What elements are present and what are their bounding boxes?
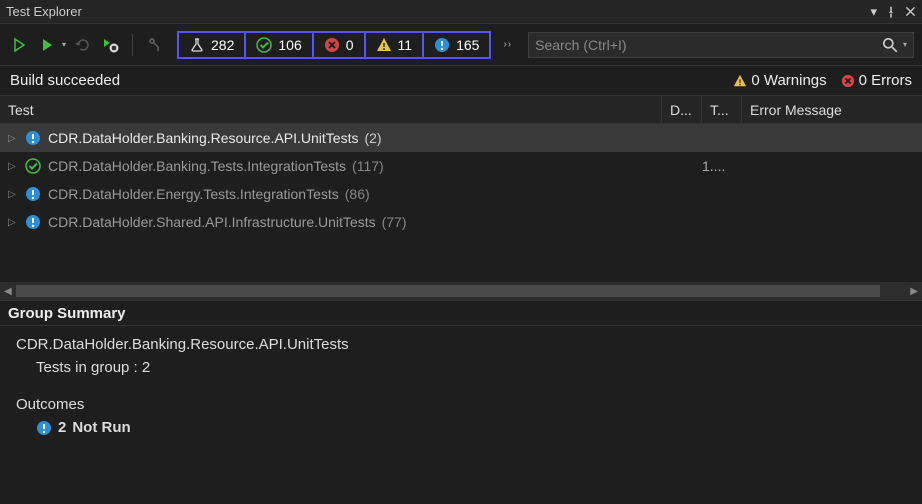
build-status-bar: Build succeeded 0 Warnings 0 Errors (0, 66, 922, 96)
scroll-left-icon[interactable]: ◀ (4, 286, 12, 297)
outcome-count: 2 (58, 419, 66, 436)
summary-outcomes-label: Outcomes (16, 396, 906, 413)
checkmark-circle-icon (24, 158, 42, 174)
summary-body: CDR.DataHolder.Banking.Resource.API.Unit… (0, 326, 922, 446)
horizontal-scrollbar[interactable]: ◀ ▶ (0, 282, 922, 300)
warning-count: 11 (398, 37, 413, 53)
titlebar: Test Explorer ▾ (0, 0, 922, 24)
pill-warning[interactable]: 11 (366, 33, 425, 57)
toolbar: ▾ 282 106 0 (0, 24, 922, 66)
passed-count: 106 (278, 37, 301, 53)
build-errors[interactable]: 0 Errors (841, 72, 912, 89)
tree-item-name: CDR.DataHolder.Energy.Tests.IntegrationT… (48, 186, 339, 202)
filter-button[interactable] (143, 34, 165, 56)
build-warnings-text: 0 Warnings (751, 72, 826, 89)
failed-count: 0 (346, 37, 354, 53)
column-test[interactable]: Test (0, 96, 662, 123)
summary-pills: 282 106 0 11 165 (177, 31, 491, 59)
playlist-button[interactable] (100, 34, 122, 56)
search-dropdown-icon[interactable]: ▾ (903, 40, 907, 49)
pill-notrun[interactable]: 165 (424, 33, 489, 57)
separator (132, 34, 133, 56)
run-button[interactable] (36, 34, 58, 56)
info-circle-icon (24, 214, 42, 230)
tree-item-count: (86) (345, 186, 370, 202)
run-dropdown-icon[interactable]: ▾ (62, 40, 66, 49)
search-box[interactable]: ▾ (528, 32, 914, 58)
cell-traits: 1.... (702, 158, 742, 174)
tree-row[interactable]: ▷ CDR.DataHolder.Energy.Tests.Integration… (0, 180, 922, 208)
flask-icon (189, 37, 205, 53)
tree-row[interactable]: ▷ CDR.DataHolder.Shared.API.Infrastructur… (0, 208, 922, 236)
info-circle-icon (24, 186, 42, 202)
expander-icon[interactable]: ▷ (8, 133, 20, 144)
column-duration[interactable]: D... (662, 96, 702, 123)
summary-group-name: CDR.DataHolder.Banking.Resource.API.Unit… (16, 336, 906, 353)
notrun-count: 165 (456, 37, 479, 53)
search-input[interactable] (535, 37, 881, 53)
info-circle-icon (434, 37, 450, 53)
column-header-row: Test D... T... Error Message (0, 96, 922, 124)
tree-item-name: CDR.DataHolder.Banking.Resource.API.Unit… (48, 130, 358, 146)
build-warnings[interactable]: 0 Warnings (733, 72, 826, 89)
build-errors-text: 0 Errors (859, 72, 912, 89)
scroll-thumb[interactable] (16, 285, 880, 297)
column-error[interactable]: Error Message (742, 96, 922, 123)
close-icon[interactable] (905, 6, 916, 17)
pill-passed[interactable]: 106 (246, 33, 313, 57)
expander-icon[interactable]: ▷ (8, 217, 20, 228)
outcome-text: Not Run (72, 419, 130, 436)
window-controls: ▾ (870, 4, 916, 20)
info-circle-icon (36, 420, 52, 436)
tree-item-name: CDR.DataHolder.Shared.API.Infrastructure… (48, 214, 376, 230)
window-menu-icon[interactable]: ▾ (870, 4, 877, 20)
summary-header: Group Summary (0, 300, 922, 326)
scroll-right-icon[interactable]: ▶ (910, 286, 918, 297)
test-tree: ▷ CDR.DataHolder.Banking.Resource.API.Uni… (0, 124, 922, 282)
scroll-track[interactable] (16, 285, 907, 297)
checkmark-circle-icon (256, 37, 272, 53)
tree-row[interactable]: ▷ CDR.DataHolder.Banking.Tests.Integratio… (0, 152, 922, 180)
expander-icon[interactable]: ▷ (8, 161, 20, 172)
pill-total[interactable]: 282 (179, 33, 246, 57)
pill-failed[interactable]: 0 (314, 33, 366, 57)
build-status: Build succeeded (10, 72, 733, 89)
tree-item-name: CDR.DataHolder.Banking.Tests.Integration… (48, 158, 346, 174)
summary-outcome-notrun[interactable]: 2 Not Run (16, 419, 906, 436)
run-all-button[interactable] (8, 34, 30, 56)
x-circle-icon (324, 37, 340, 53)
tree-item-count: (77) (382, 214, 407, 230)
search-icon[interactable] (881, 36, 899, 54)
overflow-icon[interactable]: ›› (503, 39, 512, 50)
repeat-button[interactable] (72, 34, 94, 56)
total-count: 282 (211, 37, 234, 53)
pin-icon[interactable] (885, 6, 897, 18)
warning-triangle-icon (376, 37, 392, 53)
info-circle-icon (24, 130, 42, 146)
tree-row[interactable]: ▷ CDR.DataHolder.Banking.Resource.API.Uni… (0, 124, 922, 152)
tree-item-count: (2) (364, 130, 381, 146)
tree-item-count: (117) (352, 158, 384, 174)
window-title: Test Explorer (6, 4, 870, 19)
column-traits[interactable]: T... (702, 96, 742, 123)
summary-tests-in-group: Tests in group : 2 (16, 359, 906, 376)
expander-icon[interactable]: ▷ (8, 189, 20, 200)
